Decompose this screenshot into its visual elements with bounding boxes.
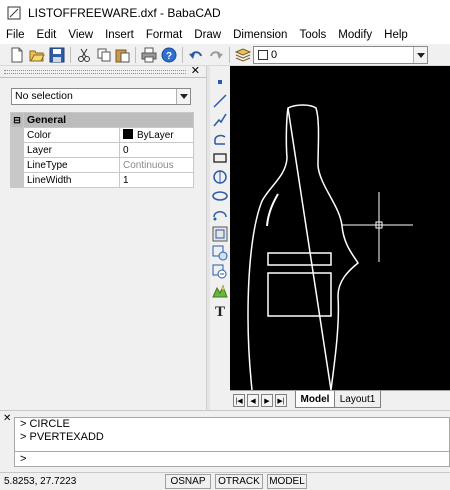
block-icon[interactable] — [212, 226, 228, 242]
insert-image-icon[interactable] — [212, 264, 228, 280]
menu-format[interactable]: Format — [140, 29, 188, 41]
app-icon — [7, 6, 21, 20]
layer-color-swatch — [258, 50, 268, 60]
last-tab-icon[interactable]: ▶| — [275, 394, 287, 407]
otrack-toggle[interactable]: OTRACK — [215, 474, 263, 489]
main-toolbar: ? 0 — [0, 44, 450, 66]
layer-select-value: 0 — [271, 49, 278, 61]
layers-icon[interactable] — [235, 47, 251, 63]
model-toggle[interactable]: MODEL — [267, 474, 307, 489]
layout-tabstrip: |◀ ◀ ▶ ▶| Model Layout1 — [230, 390, 450, 410]
menu-bar: File Edit View Insert Format Draw Dimens… — [0, 26, 450, 44]
copy-icon[interactable] — [96, 47, 112, 63]
property-value-linewidth[interactable]: 1 — [119, 172, 194, 188]
cut-icon[interactable] — [76, 47, 92, 63]
draw-toolbar: T — [210, 66, 230, 410]
property-value-linetype[interactable]: Continuous — [119, 157, 194, 173]
command-history-line: > PVERTEXADD — [20, 431, 104, 443]
menu-dimension[interactable]: Dimension — [227, 29, 293, 41]
property-name: Color — [23, 127, 120, 143]
panel-header: ✕ — [0, 64, 206, 78]
arc-icon[interactable] — [212, 131, 228, 147]
properties-panel: ✕ No selection ⊟ General Color ByLayer L… — [0, 64, 206, 410]
tab-model[interactable]: Model — [295, 391, 335, 408]
save-icon[interactable] — [49, 47, 65, 63]
close-icon[interactable]: ✕ — [191, 64, 200, 77]
polyline-icon[interactable] — [212, 112, 228, 128]
drawing-canvas[interactable] — [230, 66, 450, 390]
title-bar: LISTOFFREEWARE.dxf - BabaCAD — [0, 0, 450, 26]
mountain-icon[interactable] — [212, 283, 228, 299]
bottle-outline — [247, 104, 359, 390]
crosshair-cursor — [342, 192, 413, 262]
property-row[interactable]: LineWidth 1 — [10, 172, 194, 188]
undo-icon[interactable] — [188, 47, 204, 63]
property-value-layer[interactable]: 0 — [119, 142, 194, 158]
redo-icon[interactable] — [208, 47, 224, 63]
menu-modify[interactable]: Modify — [332, 29, 378, 41]
property-name: LineType — [23, 157, 120, 173]
menu-edit[interactable]: Edit — [31, 29, 63, 41]
status-bar: 5.8253, 27.7223 OSNAP OTRACK MODEL — [0, 472, 450, 490]
command-history-line: > CIRCLE — [20, 418, 70, 430]
text-icon[interactable]: T — [212, 302, 228, 318]
chevron-down-icon[interactable] — [176, 89, 190, 104]
svg-text:?: ? — [166, 51, 172, 62]
svg-text:T: T — [215, 304, 225, 318]
osnap-toggle[interactable]: OSNAP — [165, 474, 211, 489]
property-group-header[interactable]: ⊟ General — [10, 112, 194, 128]
help-icon[interactable]: ? — [161, 47, 177, 63]
property-grid: ⊟ General Color ByLayer Layer 0 LineType… — [10, 112, 194, 188]
bottle-highlight — [266, 193, 279, 227]
toolbar-separator — [70, 47, 71, 63]
print-icon[interactable] — [141, 47, 157, 63]
toolbar-separator — [229, 47, 230, 63]
open-icon[interactable] — [29, 47, 45, 63]
tab-layout1[interactable]: Layout1 — [335, 391, 381, 408]
drawing-area[interactable] — [230, 66, 450, 390]
new-icon[interactable] — [9, 47, 25, 63]
bottle-main-label — [267, 272, 332, 317]
selection-dropdown[interactable]: No selection — [11, 88, 191, 105]
property-value-color[interactable]: ByLayer — [119, 127, 194, 143]
command-panel: ✕ > CIRCLE > PVERTEXADD > — [0, 410, 450, 472]
prev-tab-icon[interactable]: ◀ — [247, 394, 259, 407]
bottle-top-label — [267, 252, 332, 266]
command-history: > CIRCLE > PVERTEXADD — [14, 417, 450, 451]
line-icon[interactable] — [212, 93, 228, 109]
coordinates-readout: 5.8253, 27.7223 — [4, 476, 77, 487]
property-name: Layer — [23, 142, 120, 158]
next-tab-icon[interactable]: ▶ — [261, 394, 273, 407]
property-row[interactable]: Color ByLayer — [10, 127, 194, 143]
menu-help[interactable]: Help — [378, 29, 414, 41]
spline-icon[interactable] — [212, 207, 228, 223]
command-input[interactable]: > — [14, 451, 450, 467]
menu-tools[interactable]: Tools — [293, 29, 332, 41]
property-name: LineWidth — [23, 172, 120, 188]
property-row[interactable]: Layer 0 — [10, 142, 194, 158]
layer-select[interactable]: 0 — [253, 46, 428, 64]
circle-icon[interactable] — [212, 169, 228, 185]
hatch-icon[interactable] — [212, 245, 228, 261]
rectangle-icon[interactable] — [212, 150, 228, 166]
toolbar-separator — [135, 47, 136, 63]
property-group-label: General — [23, 112, 194, 128]
paste-icon[interactable] — [114, 47, 130, 63]
toolbar-separator — [182, 47, 183, 63]
chevron-down-icon[interactable] — [413, 47, 427, 63]
menu-insert[interactable]: Insert — [99, 29, 140, 41]
menu-draw[interactable]: Draw — [188, 29, 227, 41]
panel-grip[interactable] — [4, 70, 186, 74]
close-icon[interactable]: ✕ — [3, 413, 11, 424]
property-row[interactable]: LineType Continuous — [10, 157, 194, 173]
ellipse-icon[interactable] — [212, 188, 228, 204]
first-tab-icon[interactable]: |◀ — [233, 394, 245, 407]
color-swatch — [123, 129, 133, 139]
menu-file[interactable]: File — [0, 29, 31, 41]
selection-value: No selection — [15, 90, 73, 102]
window-title: LISTOFFREEWARE.dxf - BabaCAD — [28, 6, 221, 20]
point-icon[interactable] — [212, 74, 228, 90]
menu-view[interactable]: View — [62, 29, 99, 41]
collapse-icon[interactable]: ⊟ — [10, 112, 24, 128]
